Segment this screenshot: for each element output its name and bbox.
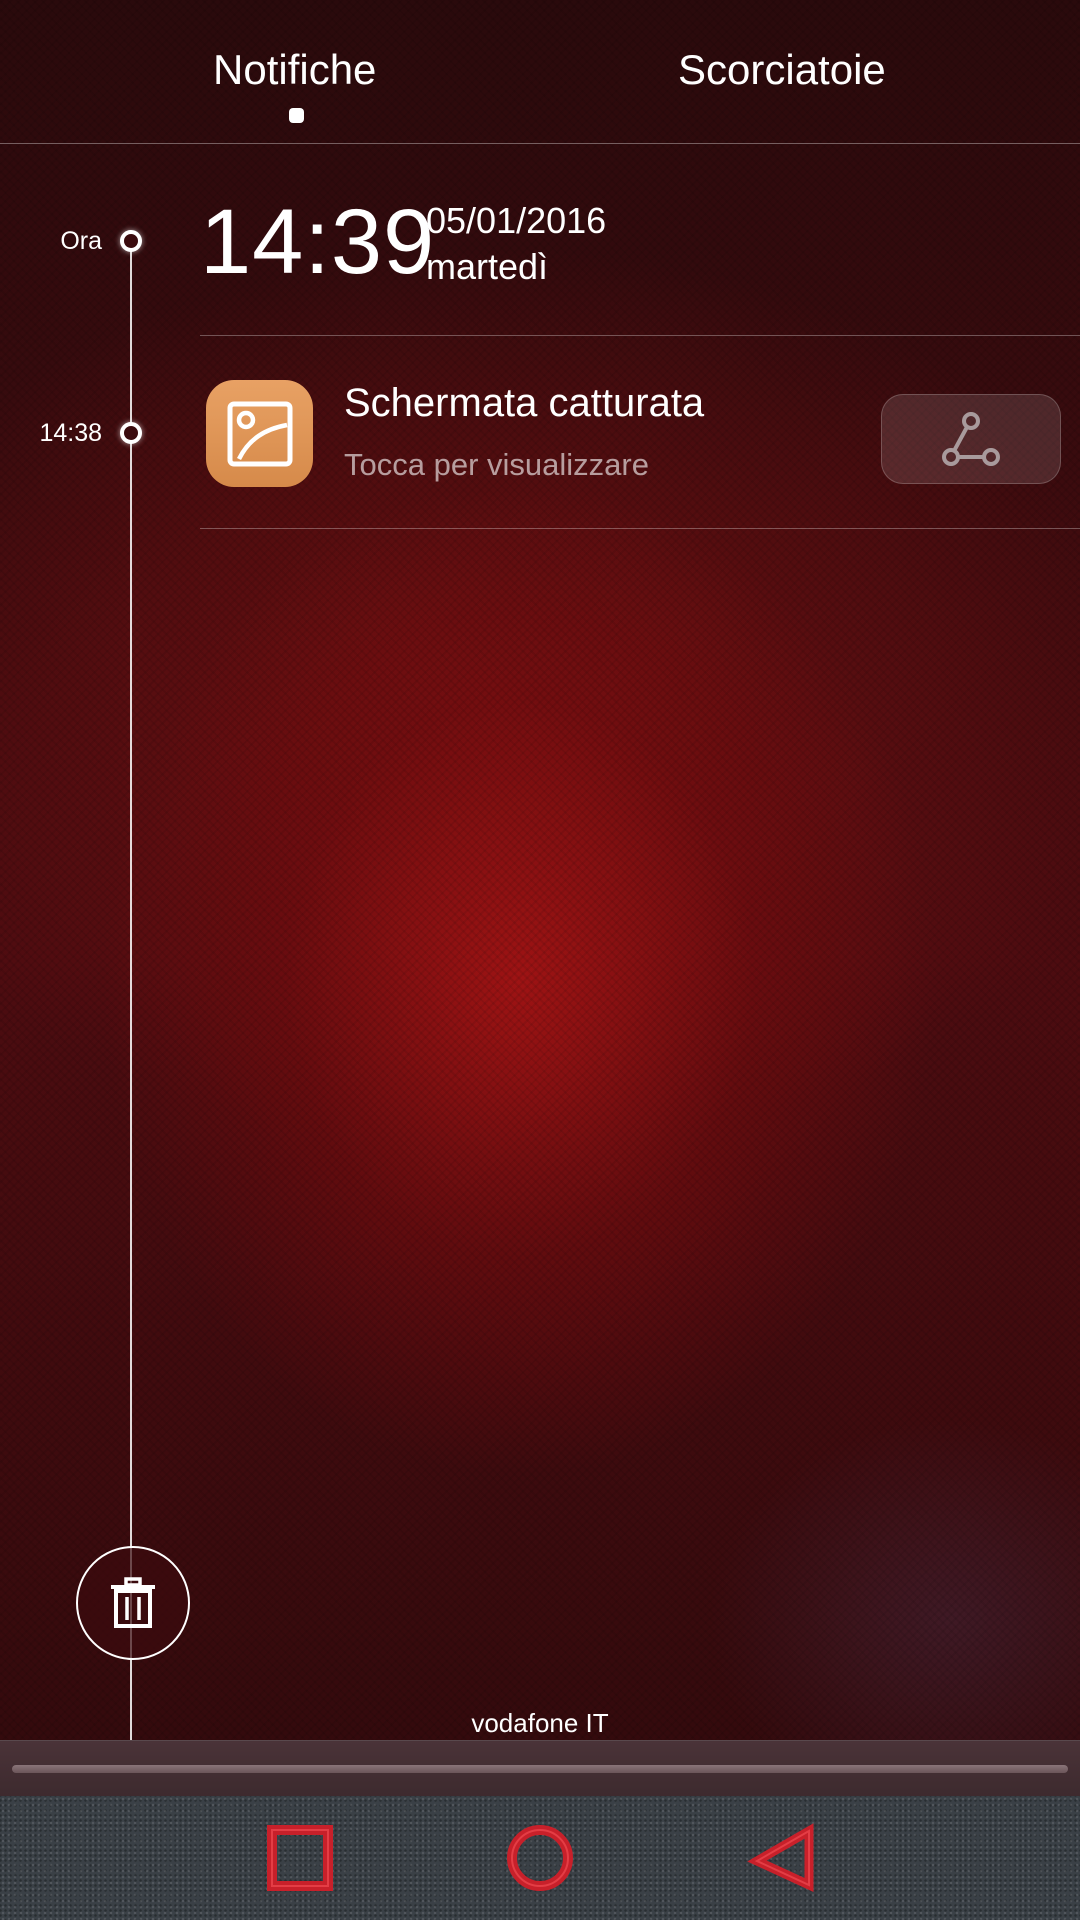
active-tab-indicator <box>289 108 304 123</box>
trash-icon <box>111 1577 155 1628</box>
clock-time: 14:39 <box>200 191 436 293</box>
divider <box>200 335 1080 336</box>
clock-date: 05/01/2016 <box>426 200 607 241</box>
circle-home-icon <box>507 1825 573 1891</box>
clear-all-button[interactable] <box>76 1546 190 1660</box>
shade-handle-bar <box>0 1740 1080 1797</box>
timeline-label-entry: 14:38 <box>39 419 102 447</box>
notification-subtitle: Tocca per visualizzare <box>344 447 649 482</box>
triangle-back-icon <box>747 1823 814 1893</box>
notification-shade: Notifiche Scorciatoie Ora 14:38 14:39 05… <box>0 0 1080 1920</box>
carrier-label: vodafone IT <box>471 1708 609 1738</box>
divider <box>200 528 1080 529</box>
square-recents-icon <box>267 1825 333 1891</box>
share-icon <box>942 412 1000 466</box>
timeline-node-entry <box>120 422 142 444</box>
tab-bar: Notifiche Scorciatoie <box>0 0 1080 144</box>
notification-screenshot[interactable]: Schermata catturata Tocca per visualizza… <box>200 345 1080 520</box>
gallery-image-icon <box>206 380 313 487</box>
home-button[interactable] <box>500 1818 580 1898</box>
tabs-divider <box>0 143 1080 144</box>
notification-title: Schermata catturata <box>344 381 705 425</box>
tab-scorciatoie[interactable]: Scorciatoie <box>678 46 886 94</box>
clock-day: martedì <box>426 246 549 287</box>
tab-notifiche[interactable]: Notifiche <box>213 46 376 94</box>
back-button[interactable] <box>742 1818 822 1898</box>
navigation-bar <box>0 1796 1080 1920</box>
share-button[interactable] <box>881 394 1061 484</box>
timeline-line <box>130 240 132 1740</box>
recents-button[interactable] <box>260 1818 340 1898</box>
drag-handle[interactable] <box>12 1765 1068 1773</box>
timeline-label-now: Ora <box>60 227 102 255</box>
timeline-node-now <box>120 230 142 252</box>
